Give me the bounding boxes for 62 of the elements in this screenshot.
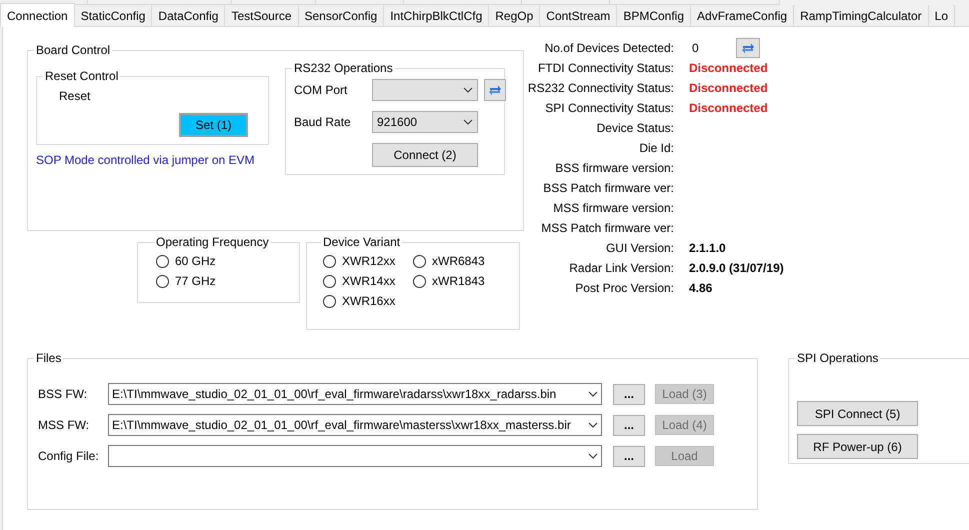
refresh-button[interactable] — [736, 38, 760, 58]
caret-icon — [588, 391, 598, 397]
radio-option[interactable]: XWR14xx — [323, 271, 413, 291]
status-label: Radar Link Version: — [568, 260, 674, 277]
tab[interactable]: Connection — [0, 3, 75, 27]
connect-button[interactable]: Connect (2) — [372, 143, 478, 167]
file-path-dropdown[interactable] — [108, 445, 602, 467]
refresh-button[interactable] — [484, 79, 506, 101]
status-value: 2.1.1.0 — [689, 240, 726, 257]
status-label: BSS firmware version: — [554, 160, 674, 177]
radio-option[interactable]: xWR6843 — [413, 251, 503, 271]
spi-button[interactable]: RF Power-up (6) — [797, 434, 918, 459]
caret-icon — [463, 119, 473, 125]
status-label: Post Proc Version: — [574, 280, 674, 297]
caret-icon — [588, 453, 598, 459]
group-title: Device Variant — [322, 234, 402, 251]
status-label: Die Id: — [638, 140, 674, 157]
status-value: 4.86 — [689, 280, 712, 297]
status-label: MSS Patch firmware ver: — [540, 220, 674, 237]
radio-option[interactable]: 77 GHz — [156, 271, 281, 291]
caret-icon — [588, 422, 598, 428]
file-path-dropdown[interactable]: E:\TI\mmwave_studio_02_01_01_00\rf_eval_firmware\masterss\xwr18xx_masterss.bir — [108, 414, 602, 436]
group-title: Files — [35, 350, 62, 367]
device-count: 0 — [692, 40, 700, 57]
group-title: Reset Control — [44, 68, 120, 85]
baud-rate-dropdown[interactable]: 921600 — [372, 111, 478, 133]
caret-icon — [463, 87, 473, 93]
group-title: SPI Operations — [796, 350, 880, 367]
file-label: Config File: — [38, 448, 100, 465]
browse-button[interactable]: ... — [613, 446, 645, 466]
status-label: MSS firmware version: — [552, 200, 674, 217]
refresh-icon — [741, 41, 755, 55]
status-value: 2.0.9.0 (31/07/19) — [689, 260, 784, 277]
browse-button[interactable]: ... — [613, 384, 645, 404]
status-value: Disconnected — [689, 60, 768, 77]
group-title: RS232 Operations — [293, 60, 394, 77]
browse-button[interactable]: ... — [613, 414, 645, 436]
refresh-icon — [488, 83, 502, 97]
status-label: Device Status: — [596, 120, 674, 137]
file-label: MSS FW: — [38, 417, 90, 434]
status-label: BSS Patch firmware ver: — [542, 180, 674, 197]
baud-rate-label: Baud Rate — [294, 114, 352, 131]
file-path-dropdown[interactable]: E:\TI\mmwave_studio_02_01_01_00\rf_eval_firmware\radarss\xwr18xx_radarss.bin — [108, 383, 602, 405]
status-label: FTDI Connectivity Status: — [536, 60, 674, 77]
reset-label: Reset — [59, 88, 92, 105]
status-value: Disconnected — [689, 80, 768, 97]
radio-option[interactable]: 60 GHz — [156, 251, 281, 271]
sop-mode-note: SOP Mode controlled via jumper on EVM — [36, 152, 256, 169]
radio-option[interactable]: xWR1843 — [413, 271, 503, 291]
status-label: GUI Version: — [604, 240, 674, 257]
group-title: Board Control — [35, 42, 112, 59]
set-button[interactable]: Set (1) — [179, 113, 248, 137]
com-port-label: COM Port — [294, 82, 348, 99]
status-label: RS232 Connectivity Status: — [526, 80, 674, 97]
status-label: No.of Devices Detected: — [544, 40, 674, 57]
status-label: SPI Connectivity Status: — [544, 100, 674, 117]
spi-button[interactable]: SPI Connect (5) — [797, 401, 918, 426]
group-title: Operating Frequency — [155, 234, 270, 251]
radio-option[interactable]: XWR16xx — [323, 291, 413, 311]
file-label: BSS FW: — [38, 386, 88, 403]
radio-option[interactable]: XWR12xx — [323, 251, 413, 271]
status-value: Disconnected — [689, 100, 768, 117]
